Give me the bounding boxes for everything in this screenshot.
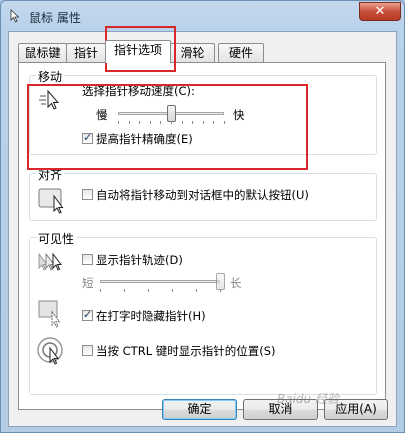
hide-while-typing-checkbox[interactable] [82,308,93,321]
pointer-trails-checkbox[interactable] [82,254,93,265]
snap-to-default-label: 自动将指针移动到对话框中的默认按钮(U) [96,188,309,202]
slider-tick [118,121,119,124]
hide-while-typing-icon [38,300,61,328]
trail-short-label: 短 [82,276,94,290]
snap-to-button-icon [38,188,64,214]
slider-tick [148,289,149,292]
slider-tick [128,121,130,124]
trail-length-slider-track[interactable] [100,280,220,283]
slider-tick [149,121,151,124]
slider-tick [171,121,172,124]
slider-tick [181,121,183,124]
tab-buttons[interactable]: 鼠标键 [18,43,67,62]
show-location-icon [37,337,63,365]
speed-slider-thumb[interactable] [166,105,176,122]
tab-hardware[interactable]: 硬件 [218,43,264,62]
slider-tick [100,289,101,292]
precision-label: 提高指针精确度(E) [96,132,193,146]
pointer-trails-label: 显示指针轨迹(D) [96,253,183,267]
window-title: 鼠标 属性 [29,11,81,25]
slider-tick [224,121,225,124]
hide-while-typing-label: 在打字时隐藏指针(H) [96,309,206,323]
motion-group-title: 移动 [36,68,65,85]
slider-tick [213,121,215,124]
slider-tick [196,289,197,292]
pointer-speed-icon [39,89,60,110]
slow-label: 慢 [96,108,108,122]
slider-tick [220,289,221,292]
slider-tick [160,121,162,124]
show-location-ctrl-checkbox[interactable] [82,345,93,356]
slider-tick [139,121,141,124]
slider-tick [192,121,194,124]
slider-tick [202,121,204,124]
pointer-trails-icon [38,252,63,271]
motion-group: 移动 选择指针移动速度(C): 慢 快 提高指针精确度(E) [29,68,377,155]
tab-pointers[interactable]: 指针 [66,43,106,62]
slider-tick [172,289,173,292]
speed-label: 选择指针移动速度(C): [82,84,195,98]
dialog-client-area: 鼠标键 指针 指针选项 滑轮 硬件 移动 选择指针移动速度(C): 慢 快 ✓ … [8,31,397,427]
show-location-ctrl-label: 当按 CTRL 键时显示指针的位置(S) [96,344,276,358]
pointer-options-panel: 移动 选择指针移动速度(C): 慢 快 提高指针精确度(E) 对齐 [18,62,386,410]
snap-to-group: 对齐 自动将指针移动到对话框中的默认按钮(U) [29,166,377,221]
tab-wheel[interactable]: 滑轮 [170,43,215,62]
trail-length-slider-thumb[interactable] [215,273,225,290]
close-button[interactable]: ✕ [359,2,401,21]
visibility-group-title: 可见性 [36,230,77,247]
watermark-text: Baidu 经验 [277,392,339,406]
snap-group-title: 对齐 [36,166,65,183]
visibility-group: 可见性 显示指针轨迹(D) 短 长 在打字时隐藏指针(H) [29,230,377,395]
mouse-icon [10,9,20,23]
tab-pointer-options[interactable]: 指针选项 [105,40,171,63]
snap-to-default-checkbox[interactable] [82,189,93,200]
ok-button[interactable]: 确定 [162,399,237,420]
precision-checkbox[interactable] [82,131,93,144]
slider-tick [124,289,125,292]
fast-label: 快 [233,108,245,122]
trail-long-label: 长 [230,276,242,290]
close-icon: ✕ [374,4,386,19]
title-bar[interactable]: 鼠标 属性 ✕ [1,1,404,31]
mouse-properties-window: 鼠标 属性 ✕ 鼠标键 指针 指针选项 滑轮 硬件 移动 选择指针移动速度(C)… [0,0,405,433]
